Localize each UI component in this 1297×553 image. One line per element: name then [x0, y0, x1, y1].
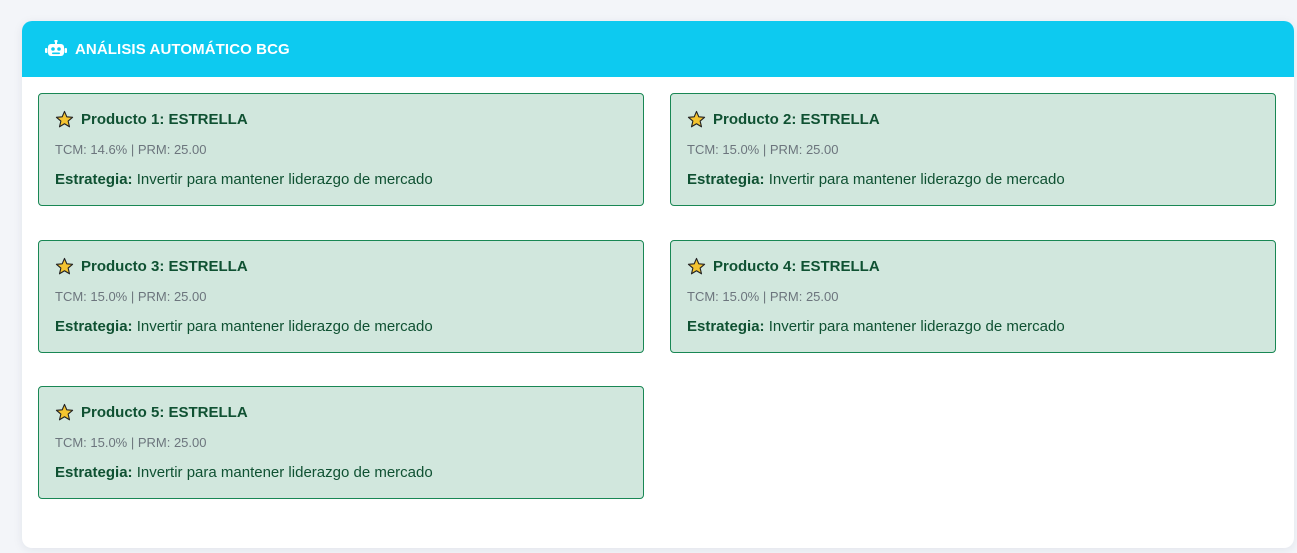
star-icon — [55, 257, 74, 275]
strategy-label: Estrategia: — [55, 171, 133, 188]
product-strategy: Estrategia: Invertir para mantener lider… — [55, 171, 433, 188]
strategy-label: Estrategia: — [55, 318, 133, 335]
product-heading: Producto 1: ESTRELLA — [55, 110, 248, 129]
product-title: Producto 3: ESTRELLA — [81, 258, 248, 275]
product-strategy: Estrategia: Invertir para mantener lider… — [687, 318, 1065, 335]
product-card: Producto 1: ESTRELLA TCM: 14.6% | PRM: 2… — [38, 93, 644, 206]
product-metrics: TCM: 15.0% | PRM: 25.00 — [55, 435, 207, 450]
product-metrics: TCM: 14.6% | PRM: 25.00 — [55, 142, 207, 157]
product-strategy: Estrategia: Invertir para mantener lider… — [55, 318, 433, 335]
product-strategy: Estrategia: Invertir para mantener lider… — [55, 464, 433, 481]
product-card: Producto 2: ESTRELLA TCM: 15.0% | PRM: 2… — [670, 93, 1276, 206]
strategy-text: Invertir para mantener liderazgo de merc… — [764, 171, 1065, 188]
product-card: Producto 4: ESTRELLA TCM: 15.0% | PRM: 2… — [670, 240, 1276, 353]
robot-icon — [45, 40, 67, 56]
star-icon — [55, 403, 74, 421]
strategy-text: Invertir para mantener liderazgo de merc… — [132, 464, 433, 481]
product-title: Producto 5: ESTRELLA — [81, 404, 248, 421]
card-title: ANÁLISIS AUTOMÁTICO BCG — [75, 40, 290, 58]
product-title: Producto 4: ESTRELLA — [713, 258, 880, 275]
strategy-text: Invertir para mantener liderazgo de merc… — [132, 171, 433, 188]
product-card: Producto 3: ESTRELLA TCM: 15.0% | PRM: 2… — [38, 240, 644, 353]
product-heading: Producto 2: ESTRELLA — [687, 110, 880, 129]
product-heading: Producto 5: ESTRELLA — [55, 403, 248, 422]
card-header: ANÁLISIS AUTOMÁTICO BCG — [22, 21, 1294, 77]
product-metrics: TCM: 15.0% | PRM: 25.00 — [55, 289, 207, 304]
star-icon — [55, 110, 74, 128]
product-title: Producto 2: ESTRELLA — [713, 111, 880, 128]
strategy-label: Estrategia: — [687, 318, 765, 335]
strategy-label: Estrategia: — [687, 171, 765, 188]
page: ANÁLISIS AUTOMÁTICO BCG Producto 1: ESTR… — [0, 0, 1297, 553]
bcg-analysis-card: ANÁLISIS AUTOMÁTICO BCG Producto 1: ESTR… — [22, 21, 1294, 548]
product-card: Producto 5: ESTRELLA TCM: 15.0% | PRM: 2… — [38, 386, 644, 499]
star-icon — [687, 257, 706, 275]
product-title: Producto 1: ESTRELLA — [81, 111, 248, 128]
product-metrics: TCM: 15.0% | PRM: 25.00 — [687, 289, 839, 304]
product-strategy: Estrategia: Invertir para mantener lider… — [687, 171, 1065, 188]
star-icon — [687, 110, 706, 128]
product-metrics: TCM: 15.0% | PRM: 25.00 — [687, 142, 839, 157]
product-heading: Producto 3: ESTRELLA — [55, 257, 248, 276]
strategy-text: Invertir para mantener liderazgo de merc… — [132, 318, 433, 335]
strategy-text: Invertir para mantener liderazgo de merc… — [764, 318, 1065, 335]
product-heading: Producto 4: ESTRELLA — [687, 257, 880, 276]
strategy-label: Estrategia: — [55, 464, 133, 481]
